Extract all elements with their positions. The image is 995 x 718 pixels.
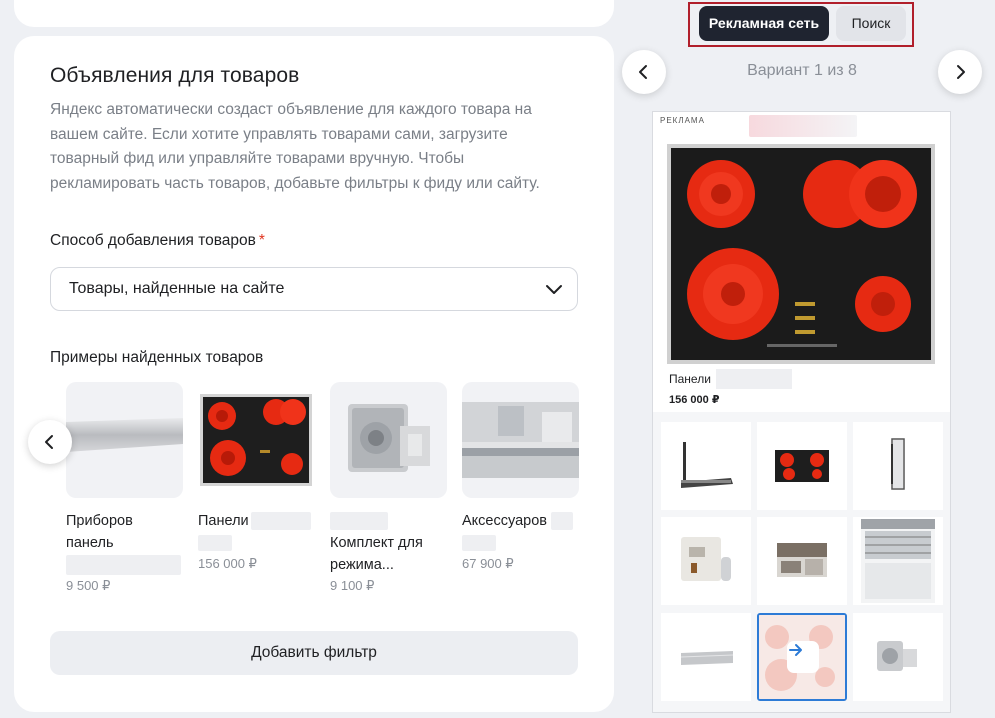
next-arrow-icon <box>787 641 819 673</box>
product-card[interactable]: Аксессуаров 67 900 ₽ <box>462 382 580 572</box>
ad-product-name-blur <box>716 369 792 389</box>
examples-label: Примеры найденных товаров <box>50 349 264 366</box>
previous-card <box>14 0 614 27</box>
chevron-down-icon <box>546 285 562 294</box>
ad-main[interactable]: РЕКЛАМА Панели 156 000 ₽ <box>653 112 950 412</box>
gallery-tile[interactable] <box>661 422 751 510</box>
product-card[interactable]: Панели 156 000 ₽ <box>198 382 316 572</box>
section-title: Объявления для товаров <box>50 64 300 87</box>
gallery-tile[interactable] <box>661 517 751 605</box>
method-label: Способ добавления товаров * <box>50 232 265 250</box>
kit-image <box>330 382 447 498</box>
hob-image <box>198 382 315 498</box>
kitchen-image <box>462 382 579 498</box>
chevron-right-icon <box>957 65 965 79</box>
method-select[interactable]: Товары, найденные на сайте <box>50 267 578 311</box>
product-price: 9 500 ₽ <box>66 578 111 593</box>
ad-mark: РЕКЛАМА <box>660 116 705 125</box>
gallery-tile[interactable] <box>853 613 943 701</box>
product-name: режима... <box>330 557 394 573</box>
add-filter-button[interactable]: Добавить фильтр <box>50 631 578 675</box>
tab-search[interactable]: Поиск <box>836 6 906 41</box>
ad-product-name: Панели <box>669 372 711 386</box>
required-mark: * <box>258 232 265 249</box>
product-price: 67 900 ₽ <box>462 556 514 571</box>
product-price: 9 100 ₽ <box>330 578 375 593</box>
chevron-left-icon <box>45 435 53 449</box>
gallery-tile[interactable] <box>853 422 943 510</box>
product-name: панель <box>66 535 114 551</box>
variant-next-button[interactable] <box>938 50 982 94</box>
trim-panel-image <box>66 382 183 498</box>
product-card[interactable]: Приборов панель 9 500 ₽ <box>66 382 184 594</box>
product-price: 156 000 ₽ <box>198 556 257 571</box>
product-card[interactable]: Комплект для режима... 9 100 ₽ <box>330 382 448 594</box>
hob-image <box>667 144 935 364</box>
tab-ad-network[interactable]: Рекламная сеть <box>699 6 829 41</box>
product-name: Аксессуаров <box>462 513 547 529</box>
carousel-prev-button[interactable] <box>28 420 72 464</box>
product-name: Комплект для <box>330 535 423 551</box>
product-name: Панели <box>198 513 249 529</box>
product-name: Приборов <box>66 513 133 529</box>
product-ads-card: Объявления для товаров Яндекс автоматиче… <box>14 36 614 712</box>
chevron-left-icon <box>639 65 647 79</box>
method-select-value: Товары, найденные на сайте <box>69 280 285 297</box>
gallery-tile-selected[interactable] <box>757 613 847 701</box>
method-label-text: Способ добавления товаров <box>50 232 256 249</box>
variant-counter: Вариант 1 из 8 <box>747 62 857 79</box>
ad-domain <box>749 115 857 137</box>
gallery-tile[interactable] <box>757 422 847 510</box>
gallery-tile[interactable] <box>757 517 847 605</box>
gallery-tile[interactable] <box>853 517 943 605</box>
ad-product-price: 156 000 ₽ <box>669 394 720 406</box>
gallery-tile[interactable] <box>661 613 751 701</box>
variant-prev-button[interactable] <box>622 50 666 94</box>
ad-preview: РЕКЛАМА Панели 156 000 ₽ <box>652 111 951 713</box>
section-description: Яндекс автоматически создаст объявление … <box>50 101 540 192</box>
